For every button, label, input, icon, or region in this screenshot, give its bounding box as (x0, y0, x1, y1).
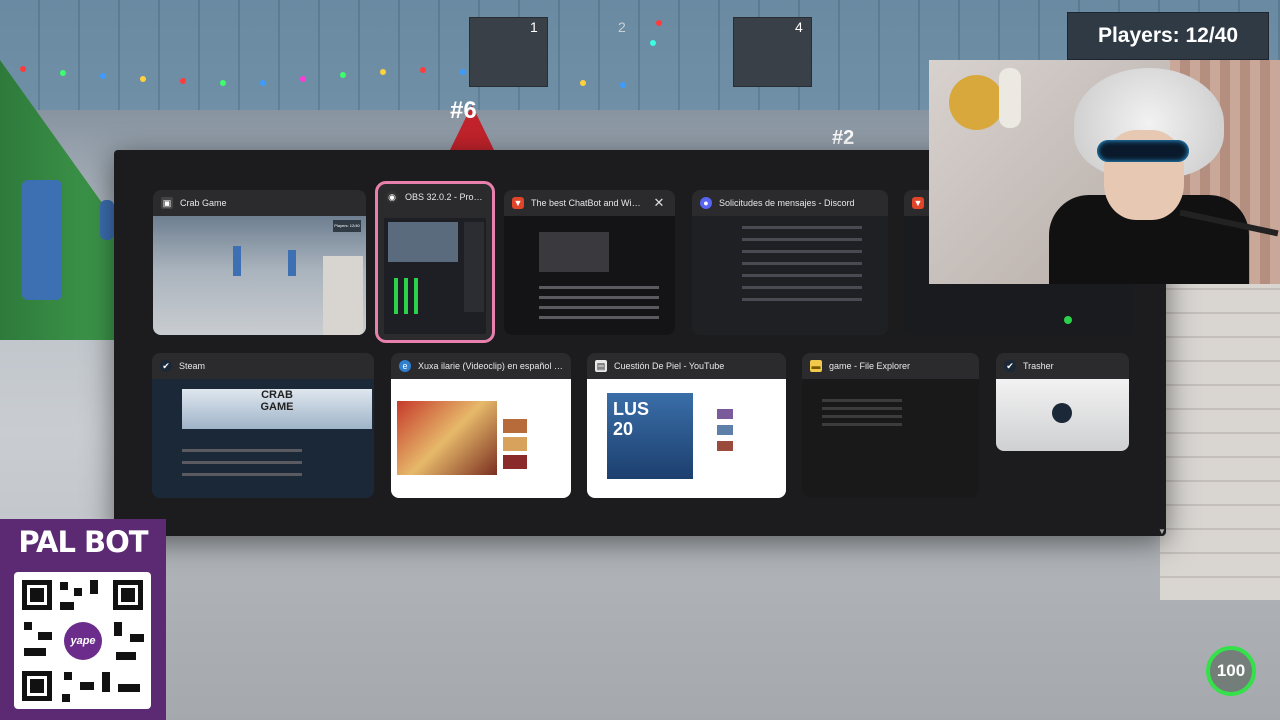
window-card-header: ▤ Cuestión De Piel - YouTube (587, 353, 786, 379)
window-card-title: Xuxa ilarie (Videoclip) en español - You… (418, 361, 563, 371)
window-card-title: game - File Explorer (829, 361, 911, 371)
window-card-header: ✔ Steam (152, 353, 374, 379)
window-card-title: Trasher (1023, 361, 1054, 371)
window-card-title: OBS 32.0.2 - Profil... (405, 192, 484, 202)
yape-logo: yape (64, 622, 102, 660)
window-card-title: Solicitudes de mensajes - Discord (719, 198, 855, 208)
window-card-trasher[interactable]: ✔ Trasher (996, 353, 1129, 451)
screen-number: 4 (795, 19, 803, 35)
close-icon[interactable]: ✕ (651, 195, 667, 211)
window-thumbnail (504, 216, 675, 335)
window-card-header: ▼ The best ChatBot and Widgets f... ✕ (504, 190, 675, 216)
string-lights (20, 20, 670, 90)
stage-label: #2 (832, 127, 855, 149)
steam-icon: ✔ (1004, 360, 1016, 372)
sunglasses (1097, 140, 1189, 162)
window-thumbnail (384, 218, 486, 334)
window-card-crab-game[interactable]: ▣ Crab Game Players: 12/40 (153, 190, 366, 335)
window-card-youtube-xuxa[interactable]: e Xuxa ilarie (Videoclip) en español - Y… (391, 353, 571, 498)
skeleton-decoration (999, 68, 1021, 128)
folder-icon: ▬ (810, 360, 822, 372)
viewer-counter-value: 100 (1216, 661, 1246, 680)
steam-logo-icon (1052, 403, 1072, 423)
window-card-header: ▣ Crab Game (153, 190, 366, 216)
edge-icon: e (399, 360, 411, 372)
brave-icon: ▼ (912, 197, 924, 209)
webcam-overlay (929, 60, 1280, 284)
window-card-chatbot[interactable]: ▼ The best ChatBot and Widgets f... ✕ (504, 190, 675, 335)
players-counter-label: Players: 12/40 (1097, 24, 1239, 47)
player-character (22, 180, 62, 300)
crab-game-icon: ▣ (161, 197, 173, 209)
stage-label: #6 (450, 97, 477, 124)
window-thumbnail: Players: 12/40 (153, 216, 366, 335)
steam-icon: ✔ (160, 360, 172, 372)
palbot-panel: PAL BOT yape (0, 519, 166, 720)
floor (0, 520, 1280, 720)
obs-icon: ◉ (386, 191, 398, 203)
window-thumbnail (802, 379, 979, 498)
discord-icon: ● (700, 197, 712, 209)
window-thumbnail: LUS 20 (587, 379, 786, 498)
scroll-down-icon[interactable]: ▼ (1158, 527, 1166, 536)
palbot-title: PAL BOT (18, 525, 148, 559)
window-card-header: ✔ Trasher (996, 353, 1129, 379)
screen-number: 1 (530, 19, 538, 35)
window-card-steam[interactable]: ✔ Steam CRAB GAME (152, 353, 374, 498)
window-card-header: ● Solicitudes de mensajes - Discord (692, 190, 888, 216)
album-title: LUS 20 (613, 399, 649, 439)
brave-icon: ▼ (512, 197, 524, 209)
window-card-youtube-cuestion[interactable]: ▤ Cuestión De Piel - YouTube LUS 20 (587, 353, 786, 498)
window-card-header: ▬ game - File Explorer (802, 353, 979, 379)
player-character (100, 200, 114, 240)
steam-game-logo: CRAB GAME (260, 389, 294, 413)
viewer-counter: 100 (1206, 646, 1256, 696)
window-thumbnail (996, 379, 1129, 451)
thumb-players-counter: Players: 12/40 (333, 220, 361, 232)
window-thumbnail: CRAB GAME (152, 379, 374, 498)
window-card-title: Crab Game (180, 198, 227, 208)
app-icon: ▤ (595, 360, 607, 372)
window-card-title: Steam (179, 361, 206, 371)
window-card-obs[interactable]: ◉ OBS 32.0.2 - Profil... (375, 181, 495, 343)
window-card-file-explorer[interactable]: ▬ game - File Explorer (802, 353, 979, 498)
window-card-title: Cuestión De Piel - YouTube (614, 361, 725, 371)
window-card-header: ◉ OBS 32.0.2 - Profil... (378, 184, 492, 210)
window-card-header: e Xuxa ilarie (Videoclip) en español - Y… (391, 353, 571, 379)
screen-number: 2 (618, 19, 626, 35)
players-counter: Players: 12/40 (1067, 12, 1269, 60)
qr-code: yape (14, 572, 151, 709)
window-card-title: The best ChatBot and Widgets f... (531, 198, 644, 208)
plush-toy (949, 75, 1004, 130)
window-thumbnail (391, 379, 571, 498)
window-thumbnail (692, 216, 888, 335)
window-card-discord[interactable]: ● Solicitudes de mensajes - Discord (692, 190, 888, 335)
